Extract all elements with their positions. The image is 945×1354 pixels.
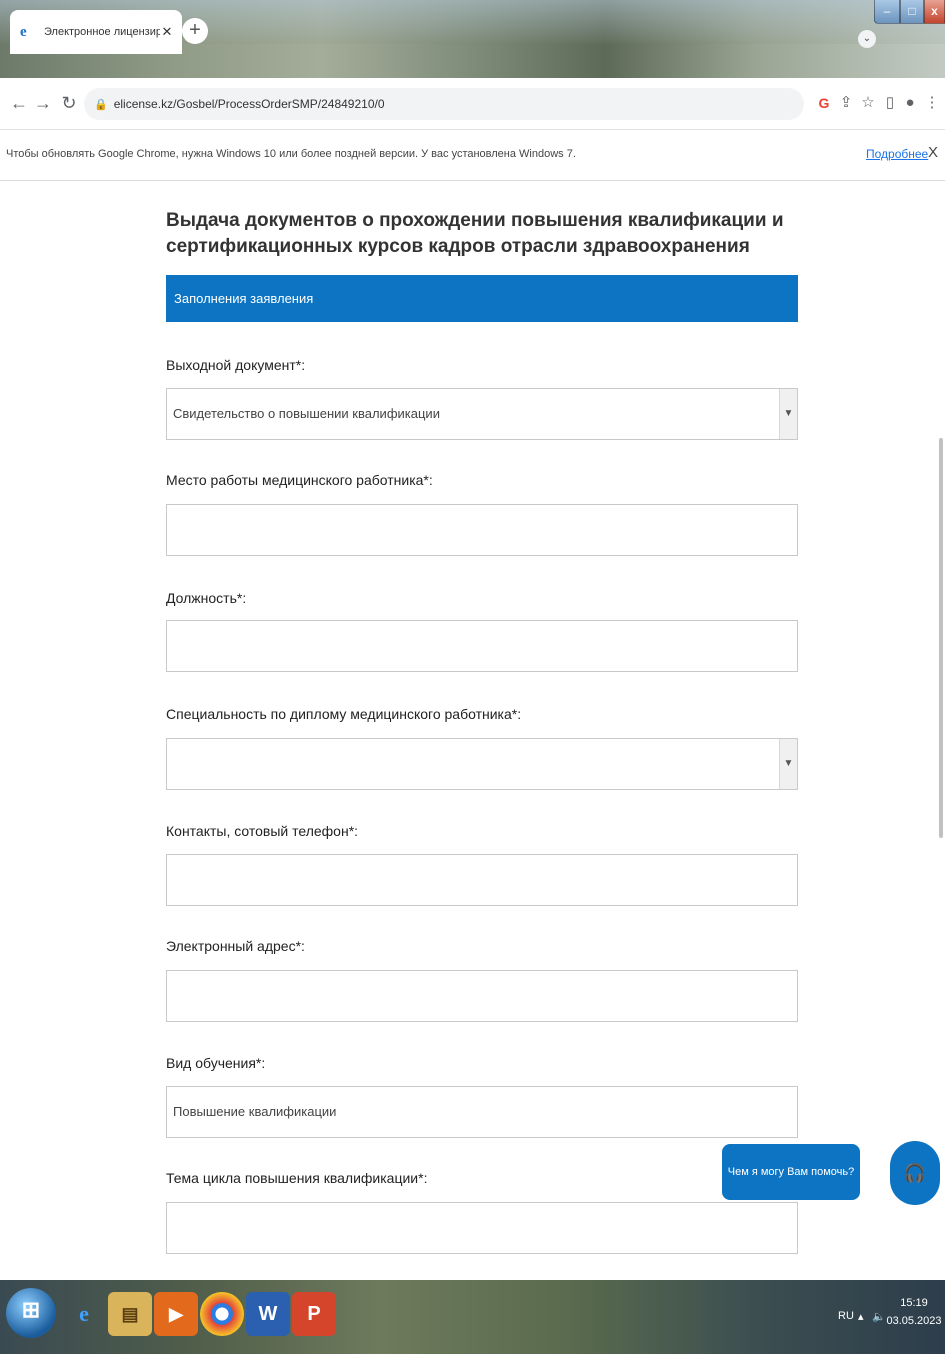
address-bar[interactable]: 🔒 elicense.kz/Gosbel/ProcessOrderSMP/248… (84, 88, 804, 120)
lock-icon[interactable]: 🔒 (94, 98, 108, 111)
infobar-message: Чтобы обновлять Google Chrome, нужна Win… (6, 148, 576, 160)
scrollbar-thumb[interactable] (939, 438, 943, 838)
tray-arrow-icon[interactable]: ▴ (858, 1310, 864, 1323)
reload-icon[interactable]: ↻ (58, 92, 80, 114)
profile-avatar-icon[interactable]: ● (900, 92, 920, 114)
windows-taskbar: ⊞ e ▤ ▶ W P RU ▴ 🔈 15:19 03.05.2023 (0, 1280, 945, 1354)
media-player-icon[interactable]: ▶ (154, 1292, 198, 1336)
workplace-input[interactable] (166, 504, 798, 556)
word-taskbar-icon[interactable]: W (246, 1292, 290, 1336)
chevron-down-icon[interactable]: ▼ (779, 739, 797, 789)
training-type-value: Повышение квалификации (173, 1104, 337, 1119)
infobar-close-icon[interactable]: X (928, 144, 938, 161)
back-icon[interactable]: ← (8, 92, 30, 114)
browser-tab[interactable]: e Электронное лицензирование ✕ (10, 10, 182, 54)
page-title: Выдача документов о прохождении повышени… (166, 210, 784, 257)
forward-icon[interactable]: → (32, 92, 54, 114)
tab-search-icon[interactable]: ⌄ (858, 30, 876, 48)
minimize-window-button[interactable]: – (874, 0, 900, 24)
output-doc-value: Свидетельство о повышении квалификации (173, 406, 440, 421)
specialty-select[interactable]: ▼ (166, 738, 798, 790)
file-explorer-icon[interactable]: ▤ (108, 1292, 152, 1336)
workplace-label: Место работы медицинского работника*: (166, 472, 433, 488)
chevron-down-icon[interactable]: ▼ (779, 389, 797, 439)
google-translate-icon[interactable]: G (814, 92, 834, 114)
help-chat-bubble[interactable]: Чем я могу Вам помочь? (722, 1144, 860, 1200)
email-label: Электронный адрес*: (166, 938, 305, 954)
url-text: elicense.kz/Gosbel/ProcessOrderSMP/24849… (113, 97, 385, 111)
update-infobar: Чтобы обновлять Google Chrome, нужна Win… (0, 131, 945, 181)
side-panel-icon[interactable]: ▯ (880, 92, 900, 114)
close-window-button[interactable]: x (924, 0, 945, 24)
infobar-more-link[interactable]: Подробнее (866, 147, 928, 161)
start-button-icon[interactable]: ⊞ (6, 1288, 56, 1338)
position-input[interactable] (166, 620, 798, 672)
cycle-topic-input[interactable] (166, 1202, 798, 1254)
position-label: Должность*: (166, 590, 247, 606)
clock-date: 03.05.2023 (886, 1315, 942, 1327)
page-content: Выдача документов о прохождении повышени… (0, 182, 945, 1280)
close-tab-icon[interactable]: ✕ (160, 24, 174, 40)
new-tab-button[interactable]: + (182, 18, 208, 44)
headset-support-icon[interactable]: 🎧 (890, 1141, 940, 1205)
output-doc-select[interactable]: Свидетельство о повышении квалификации ▼ (166, 388, 798, 440)
tab-title: Электронное лицензирование (44, 26, 160, 38)
specialty-label: Специальность по диплому медицинского ра… (166, 706, 522, 722)
training-type-label: Вид обучения*: (166, 1055, 266, 1071)
cycle-topic-label: Тема цикла повышения квалификации*: (166, 1170, 428, 1186)
volume-icon[interactable]: 🔈 (872, 1310, 886, 1323)
menu-kebab-icon[interactable]: ⋮ (922, 92, 942, 114)
page-scrollbar[interactable] (937, 182, 945, 1280)
browser-toolbar: ← → ↻ 🔒 elicense.kz/Gosbel/ProcessOrderS… (0, 78, 945, 130)
phone-input[interactable] (166, 854, 798, 906)
chrome-taskbar-icon[interactable] (200, 1292, 244, 1336)
bookmark-star-icon[interactable]: ☆ (858, 92, 878, 114)
section-header: Заполнения заявления (166, 275, 798, 322)
clock-time: 15:19 (900, 1297, 928, 1309)
taskbar-clock[interactable]: 15:19 03.05.2023 (886, 1294, 942, 1330)
share-icon[interactable]: ⇪ (836, 92, 856, 114)
training-type-field[interactable]: Повышение квалификации (166, 1086, 798, 1138)
maximize-window-button[interactable]: □ (900, 0, 924, 24)
ie-taskbar-icon[interactable]: e (62, 1292, 106, 1336)
output-doc-label: Выходной документ*: (166, 357, 306, 373)
email-input[interactable] (166, 970, 798, 1022)
browser-tab-strip: e Электронное лицензирование ✕ + ⌄ – □ x (0, 0, 945, 78)
language-indicator[interactable]: RU (838, 1310, 854, 1322)
ie-favicon-icon: e (20, 24, 27, 40)
phone-label: Контакты, сотовый телефон*: (166, 823, 359, 839)
powerpoint-taskbar-icon[interactable]: P (292, 1292, 336, 1336)
